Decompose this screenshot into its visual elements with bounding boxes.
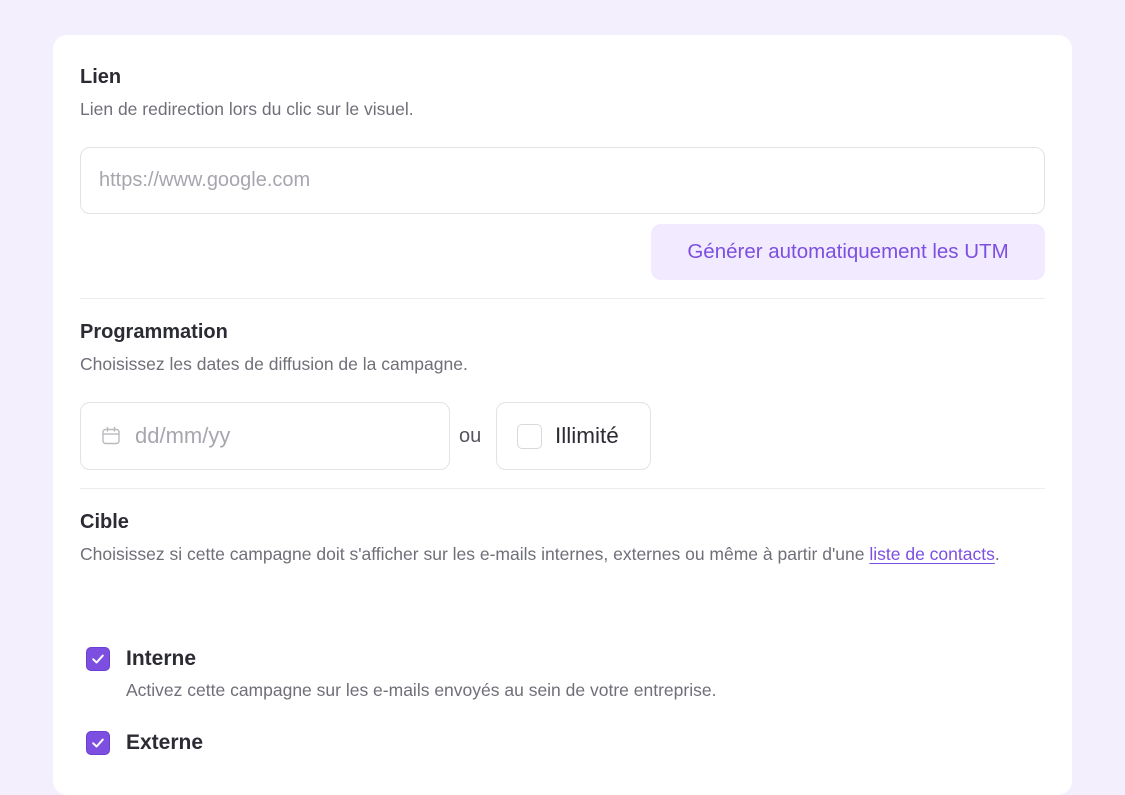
internal-description: Activez cette campagne sur les e-mails e…	[126, 680, 717, 700]
target-section-title: Cible	[80, 511, 129, 533]
external-label: Externe	[126, 731, 204, 754]
calendar-icon	[102, 426, 120, 445]
unlimited-toggle[interactable]: Illimité	[496, 402, 651, 470]
date-input[interactable]	[135, 423, 405, 449]
or-label: ou	[459, 425, 482, 447]
internal-checkbox[interactable]	[86, 647, 110, 671]
campaign-settings-card: Lien Lien de redirection lors du clic su…	[53, 35, 1072, 795]
date-input-wrapper	[80, 402, 450, 470]
section-divider	[80, 298, 1045, 299]
target-description-end: .	[994, 544, 1000, 564]
link-section-title: Lien	[80, 66, 122, 88]
external-checkbox[interactable]	[86, 731, 110, 755]
url-input[interactable]	[99, 169, 1044, 192]
link-section-description: Lien de redirection lors du clic sur le …	[80, 99, 414, 119]
target-option-internal[interactable]: Interne	[86, 647, 196, 671]
url-input-wrapper	[80, 147, 1045, 214]
target-description-text: Choisissez si cette campagne doit s'affi…	[80, 544, 870, 564]
checkmark-icon	[92, 654, 104, 664]
unlimited-checkbox[interactable]	[517, 423, 542, 449]
contact-list-link[interactable]: liste de contacts	[869, 544, 994, 564]
generate-utm-button[interactable]: Générer automatiquement les UTM	[651, 224, 1045, 280]
checkmark-icon	[92, 738, 104, 748]
internal-label: Interne	[126, 647, 197, 670]
target-option-external[interactable]: Externe	[86, 731, 203, 755]
section-divider	[80, 488, 1045, 489]
schedule-section-title: Programmation	[80, 321, 228, 343]
target-section-description: Choisissez si cette campagne doit s'affi…	[80, 542, 1050, 566]
unlimited-label: Illimité	[555, 423, 619, 448]
schedule-section-description: Choisissez les dates de diffusion de la …	[80, 354, 468, 374]
